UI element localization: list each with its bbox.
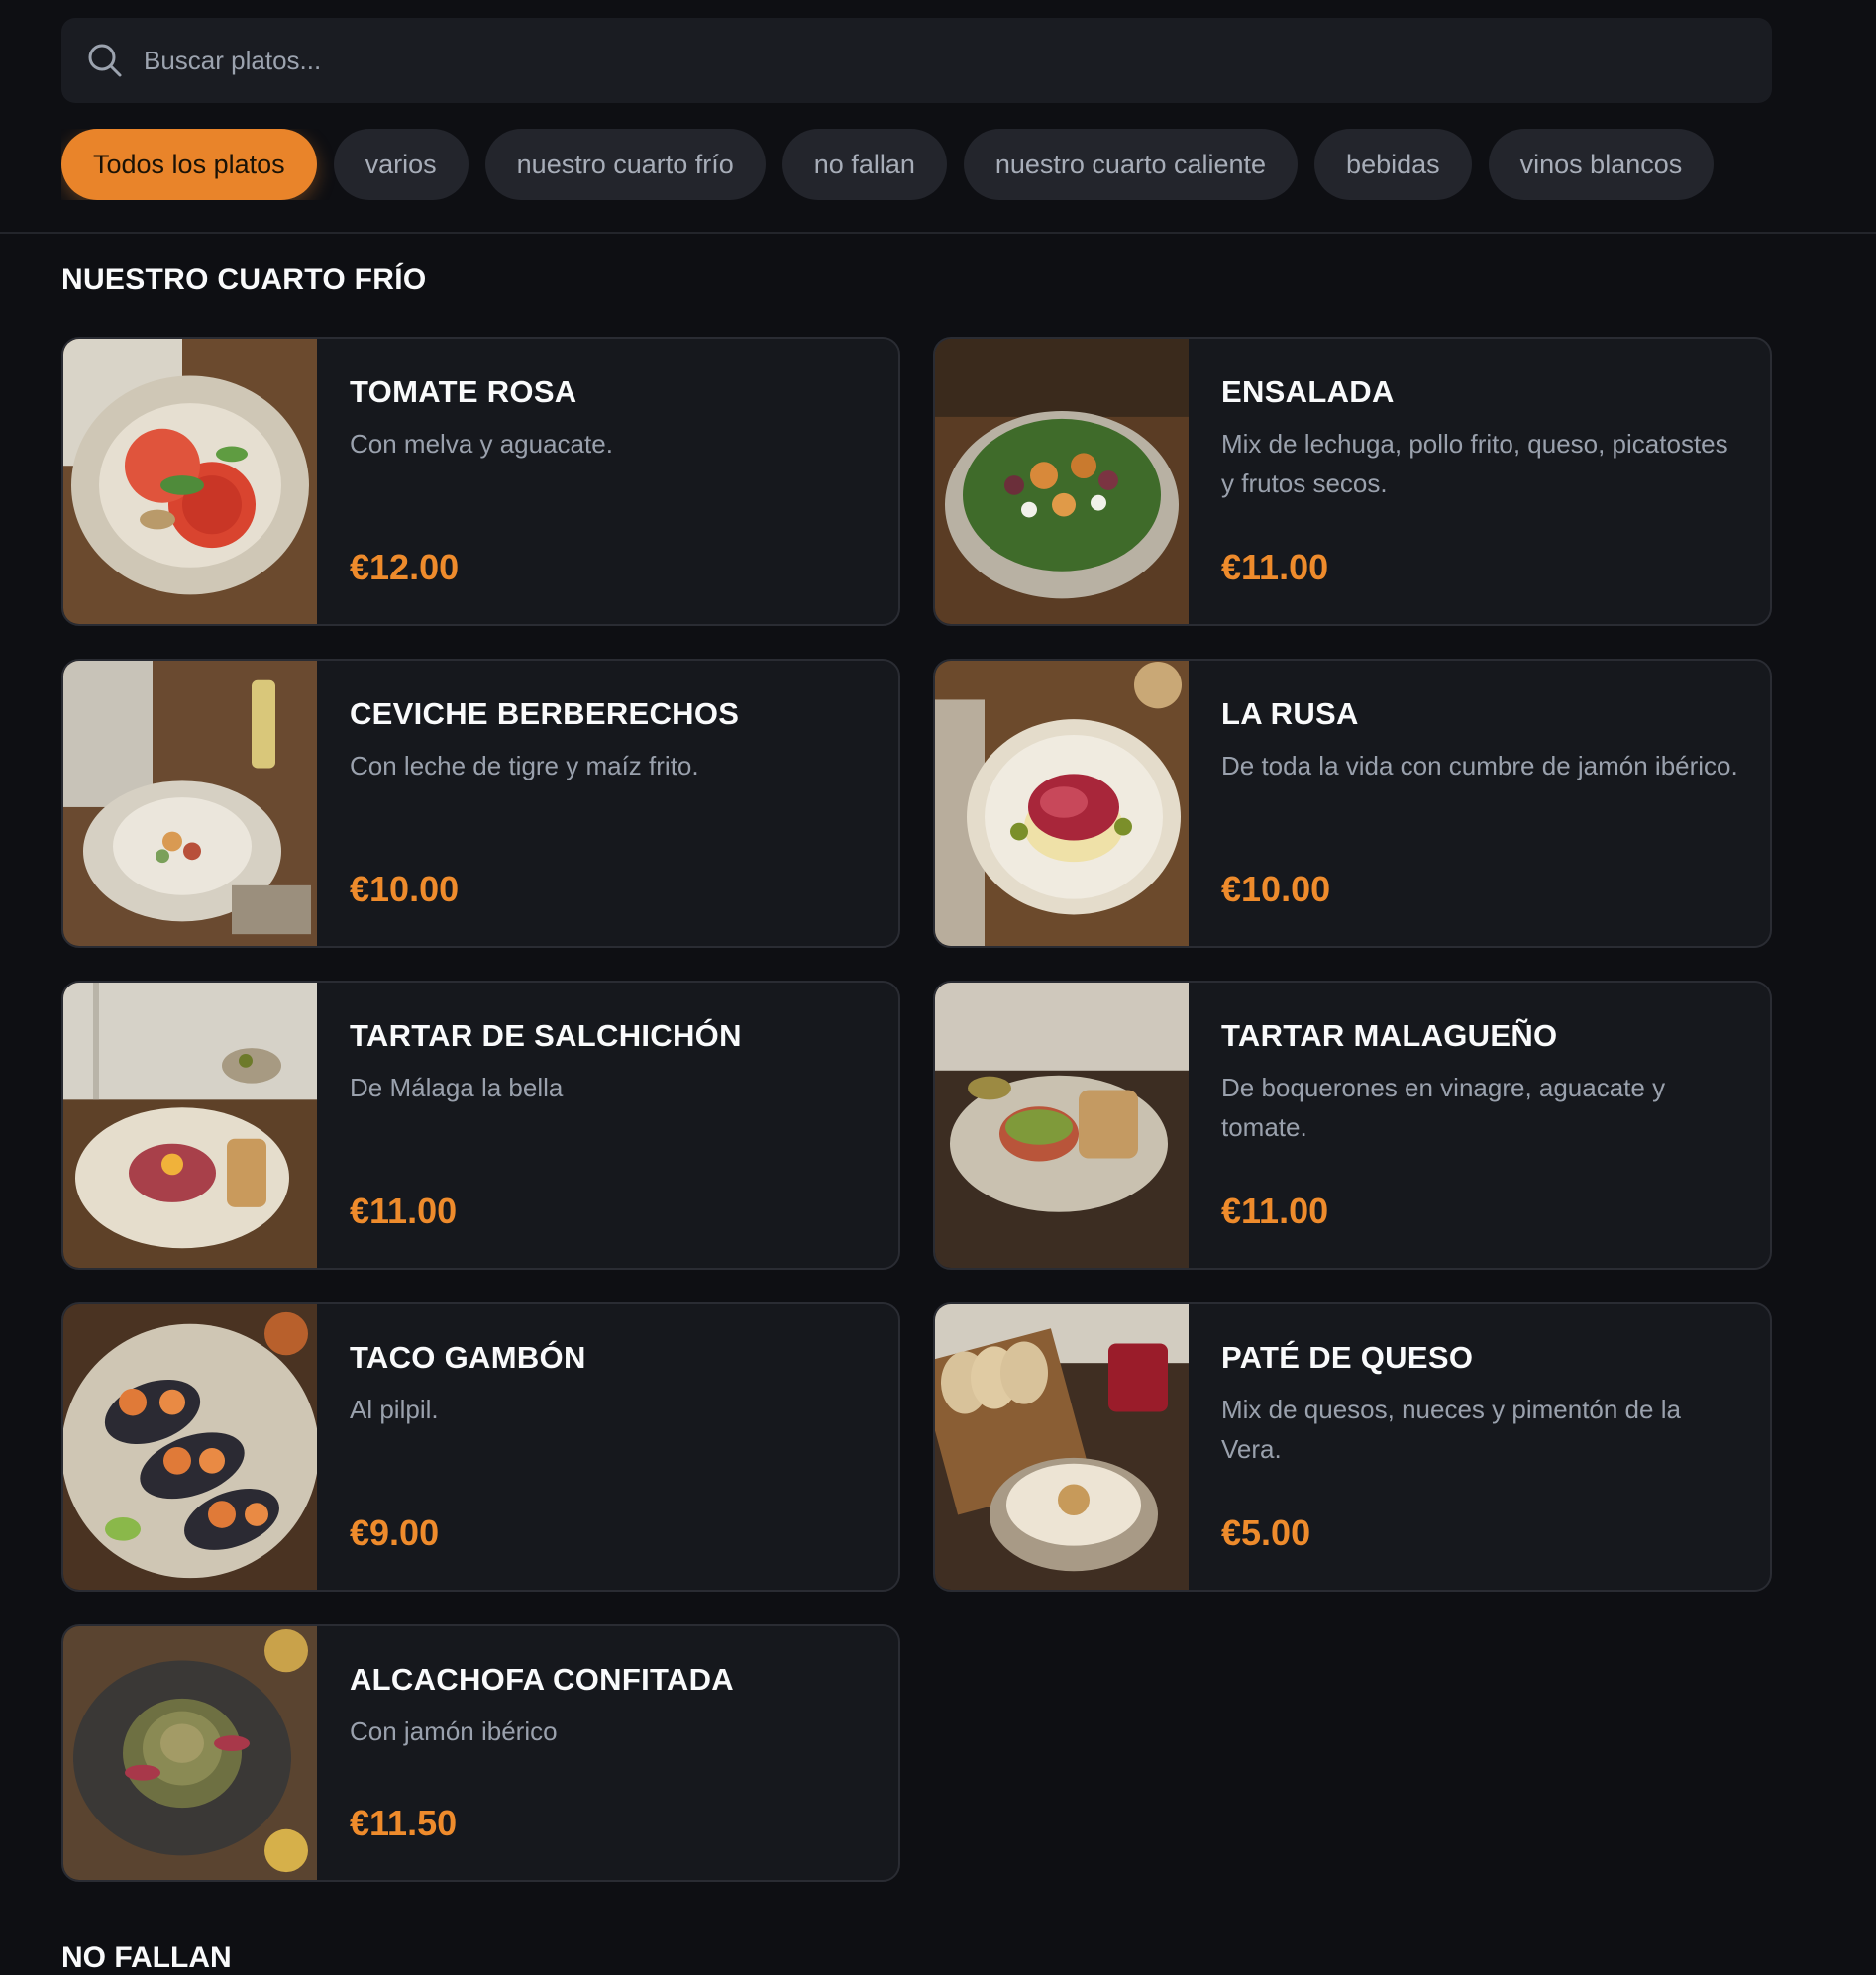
cheese-pate-photo bbox=[935, 1304, 1189, 1590]
tartare-malagueno-photo bbox=[935, 983, 1189, 1268]
dish-name: CEVICHE BERBERECHOS bbox=[350, 696, 740, 731]
dish-price: €10.00 bbox=[350, 869, 460, 909]
dish-description: De boquerones en vinagre, aguacate y tom… bbox=[1221, 1073, 1666, 1142]
search-bar[interactable] bbox=[61, 18, 1772, 103]
dish-description: De Málaga la bella bbox=[350, 1073, 564, 1102]
header-divider bbox=[0, 232, 1876, 234]
dish-description: Con leche de tigre y maíz frito. bbox=[350, 751, 699, 780]
dish-price: €10.00 bbox=[1221, 869, 1331, 909]
dish-name: TACO GAMBÓN bbox=[350, 1340, 586, 1375]
dish-card[interactable]: ALCACHOFA CONFITADA Con jamón ibérico €1… bbox=[61, 1624, 900, 1882]
category-pill-no-fallan[interactable]: no fallan bbox=[782, 129, 947, 200]
category-pill-vinos-blancos[interactable]: vinos blancos bbox=[1488, 129, 1715, 200]
dish-name: TARTAR DE SALCHICHÓN bbox=[350, 1018, 742, 1053]
category-pill-varios[interactable]: varios bbox=[333, 129, 469, 200]
dish-price: €9.00 bbox=[350, 1512, 440, 1553]
dish-card[interactable]: TARTAR DE SALCHICHÓN De Málaga la bella … bbox=[61, 981, 900, 1270]
dish-card[interactable]: PATÉ DE QUESO Mix de quesos, nueces y pi… bbox=[933, 1302, 1772, 1592]
ceviche-photo bbox=[63, 661, 317, 946]
dish-description: Mix de lechuga, pollo frito, queso, pica… bbox=[1221, 429, 1728, 498]
dish-name: ALCACHOFA CONFITADA bbox=[350, 1662, 734, 1697]
salad-bowl-photo bbox=[935, 339, 1189, 624]
dish-description: Al pilpil. bbox=[350, 1395, 439, 1424]
dish-card[interactable]: CEVICHE BERBERECHOS Con leche de tigre y… bbox=[61, 659, 900, 948]
dish-description: Mix de quesos, nueces y pimentón de la V… bbox=[1221, 1395, 1681, 1464]
dish-price: €11.00 bbox=[1221, 547, 1329, 587]
next-section-title: NO FALLAN bbox=[61, 1941, 232, 1974]
tartare-salchichon-photo bbox=[63, 983, 317, 1268]
dish-name: TOMATE ROSA bbox=[350, 374, 577, 409]
dish-description: Con melva y aguacate. bbox=[350, 429, 613, 459]
russian-salad-photo bbox=[935, 661, 1189, 946]
category-pill-cuarto-frio[interactable]: nuestro cuarto frío bbox=[484, 129, 766, 200]
category-filter-bar: Todos los platos varios nuestro cuarto f… bbox=[61, 129, 1805, 200]
dish-price: €5.00 bbox=[1221, 1512, 1311, 1553]
category-pill-cuarto-caliente[interactable]: nuestro cuarto caliente bbox=[963, 129, 1299, 200]
category-pill-todos[interactable]: Todos los platos bbox=[61, 129, 317, 200]
dish-name: PATÉ DE QUESO bbox=[1221, 1340, 1474, 1375]
tomato-salad-photo bbox=[63, 339, 317, 624]
dish-grid: TOMATE ROSA Con melva y aguacate. €12.00… bbox=[61, 337, 1772, 1882]
category-pill-bebidas[interactable]: bebidas bbox=[1314, 129, 1472, 200]
shrimp-taco-photo bbox=[63, 1304, 317, 1590]
dish-description: De toda la vida con cumbre de jamón ibér… bbox=[1221, 751, 1738, 780]
dish-description: Con jamón ibérico bbox=[350, 1716, 558, 1746]
search-input[interactable] bbox=[142, 44, 1772, 77]
section-title: NUESTRO CUARTO FRÍO bbox=[61, 263, 427, 296]
dish-card[interactable]: TARTAR MALAGUEÑO De boquerones en vinagr… bbox=[933, 981, 1772, 1270]
dish-card[interactable]: LA RUSA De toda la vida con cumbre de ja… bbox=[933, 659, 1772, 948]
search-icon bbox=[86, 42, 124, 79]
dish-price: €11.00 bbox=[1221, 1191, 1329, 1231]
dish-price: €12.00 bbox=[350, 547, 460, 587]
dish-name: TARTAR MALAGUEÑO bbox=[1221, 1018, 1558, 1053]
dish-name: ENSALADA bbox=[1221, 374, 1395, 409]
dish-name: LA RUSA bbox=[1221, 696, 1359, 731]
dish-price: €11.50 bbox=[350, 1803, 458, 1843]
dish-card[interactable]: TOMATE ROSA Con melva y aguacate. €12.00 bbox=[61, 337, 900, 626]
dish-price: €11.00 bbox=[350, 1191, 458, 1231]
artichoke-photo bbox=[63, 1626, 317, 1880]
dish-card[interactable]: ENSALADA Mix de lechuga, pollo frito, qu… bbox=[933, 337, 1772, 626]
dish-card[interactable]: TACO GAMBÓN Al pilpil. €9.00 bbox=[61, 1302, 900, 1592]
